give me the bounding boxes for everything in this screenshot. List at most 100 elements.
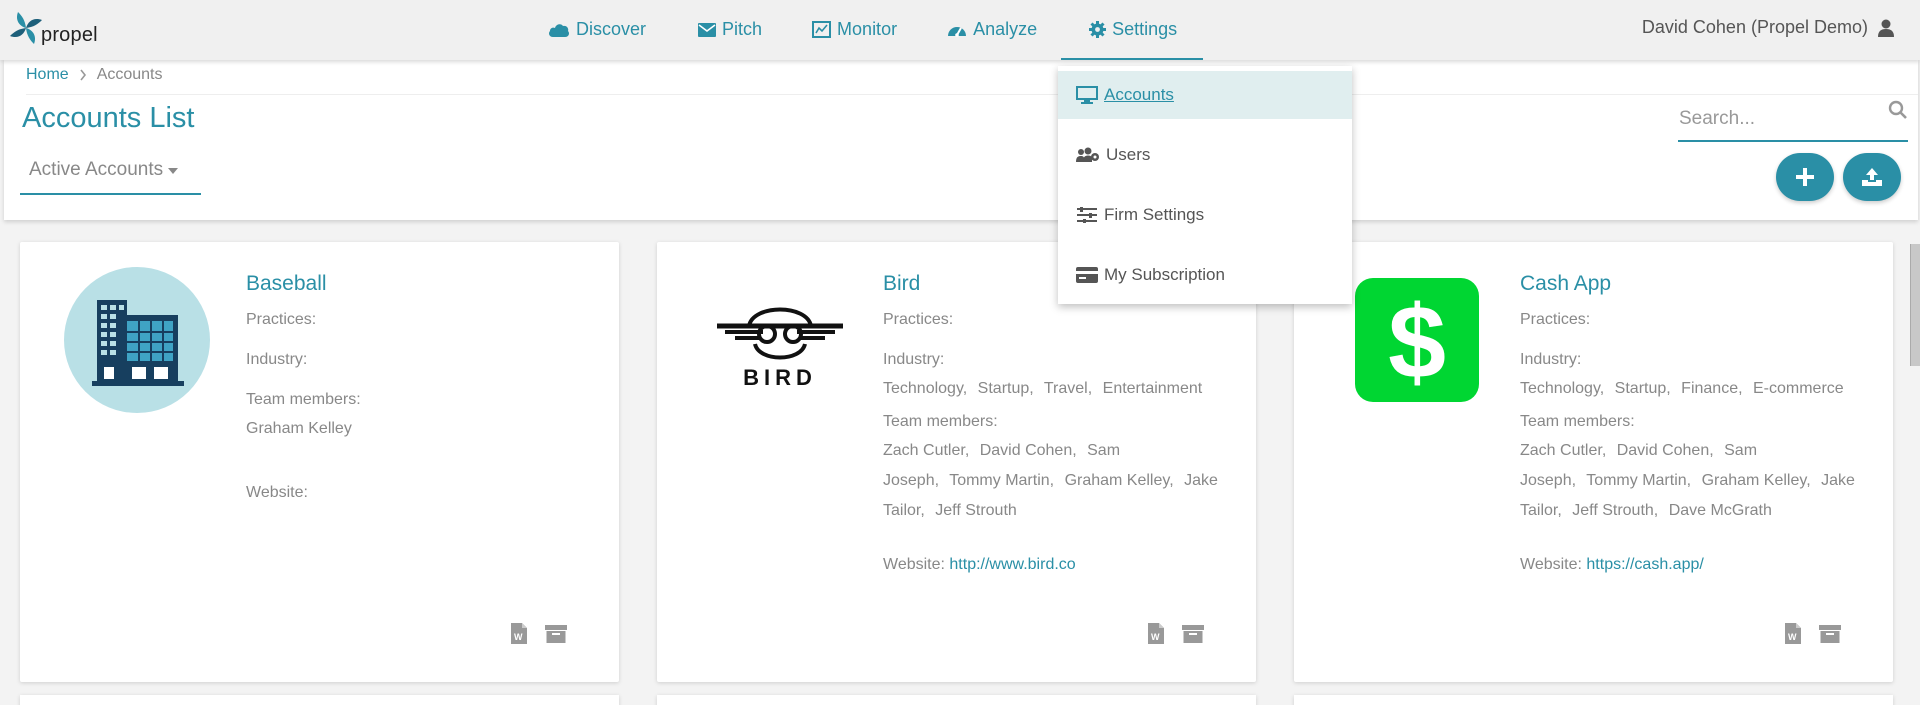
cash-app-logo: $ <box>1355 278 1479 402</box>
team-member: Jake <box>1184 472 1218 489</box>
team-member: Graham Kelley <box>1064 472 1170 489</box>
search-icon[interactable] <box>1888 100 1908 120</box>
menu-item-my-subscription[interactable]: My Subscription <box>1058 251 1352 299</box>
user-name: David Cohen (Propel Demo) <box>1641 17 1868 37</box>
archive-icon[interactable] <box>1819 624 1841 643</box>
team-member: David Cohen <box>979 442 1073 459</box>
word-document-icon[interactable]: W <box>1148 623 1164 644</box>
team-member: Graham Kelley <box>1701 472 1807 489</box>
accounts-header-panel: Home Accounts Accounts List Active Accou… <box>4 60 1918 220</box>
card-actions: W <box>1785 623 1841 644</box>
word-document-icon[interactable]: W <box>1785 623 1801 644</box>
industry-label: Industry: <box>1520 351 1582 368</box>
card-actions: W <box>511 623 567 644</box>
nav-discover[interactable]: Discover <box>548 0 646 59</box>
nav-settings[interactable]: Settings <box>1061 0 1204 60</box>
industry-tag: Startup <box>977 380 1030 397</box>
plus-icon <box>1796 168 1814 186</box>
search-input[interactable] <box>1678 100 1878 130</box>
archive-icon[interactable] <box>1182 624 1204 643</box>
logo-text: propel <box>41 24 98 46</box>
users-gear-icon <box>1076 147 1099 162</box>
industry-tag: Entertainment <box>1102 380 1203 397</box>
gear-icon <box>1089 21 1107 38</box>
menu-item-label: My Subscription <box>1104 265 1225 284</box>
account-card-partial <box>1294 695 1893 705</box>
menu-item-label: Users <box>1106 145 1151 164</box>
nav-monitor-label: Monitor <box>837 19 898 39</box>
account-card-cash-app[interactable]: $ Cash App Practices: Industry: Technolo… <box>1294 242 1893 682</box>
user-menu[interactable]: David Cohen (Propel Demo) <box>1642 17 1894 38</box>
industry-list: Technology, Startup, Finance, E-commerce <box>1520 380 1844 397</box>
nav-monitor[interactable]: Monitor <box>812 0 897 59</box>
word-document-icon[interactable]: W <box>511 623 527 644</box>
account-name[interactable]: Cash App <box>1520 272 1860 296</box>
team-members-line: Joseph, Tommy Martin, Graham Kelley, Jak… <box>1520 472 1855 489</box>
nav-pitch[interactable]: Pitch <box>698 0 762 59</box>
menu-item-label: Firm Settings <box>1104 205 1205 224</box>
desktop-icon <box>1076 86 1098 104</box>
team-member: Tommy Martin <box>949 472 1050 489</box>
credit-card-icon <box>1076 267 1098 283</box>
breadcrumb-home-link[interactable]: Home <box>26 66 69 84</box>
team-member: Joseph <box>1520 472 1572 489</box>
industry-tag: Startup <box>1614 380 1667 397</box>
nav-analyze-label: Analyze <box>973 19 1038 39</box>
nav-analyze[interactable]: Analyze <box>947 0 1037 59</box>
website-link[interactable]: https://cash.app/ <box>1586 556 1703 573</box>
top-navbar: propel Discover Pitch Monitor Analyze Se… <box>0 0 1920 60</box>
industry-tag: Technology <box>1520 380 1600 397</box>
industry-tag: Technology <box>883 380 963 397</box>
archive-icon[interactable] <box>545 624 567 643</box>
propel-logo[interactable]: propel <box>9 8 98 48</box>
account-card-baseball[interactable]: Baseball Practices: Industry: Team membe… <box>20 242 619 682</box>
menu-item-firm-settings[interactable]: Firm Settings <box>1058 191 1352 239</box>
team-member: Zach Cutler <box>1520 442 1602 459</box>
industry-tag: E-commerce <box>1753 380 1844 397</box>
team-members-line: Zach Cutler, David Cohen, Sam <box>1520 442 1758 459</box>
industry-list: Technology, Startup, Travel, Entertainme… <box>883 380 1203 397</box>
website-label: Website: <box>883 556 945 573</box>
page-scrollbar-thumb[interactable] <box>1910 244 1920 366</box>
account-info: Bird Practices: Industry: Technology, St… <box>883 272 1223 574</box>
practices-label: Practices: <box>246 311 317 328</box>
nav-pitch-label: Pitch <box>722 19 763 39</box>
website-row: Website: <box>246 484 586 502</box>
menu-item-label: Accounts <box>1104 85 1174 104</box>
account-logo-baseball <box>64 267 210 413</box>
account-logo-cash-app: $ <box>1344 267 1490 413</box>
website-link[interactable]: http://www.bird.co <box>949 556 1075 573</box>
bird-logo: BIRD <box>717 307 843 390</box>
team-member: David Cohen <box>1616 442 1710 459</box>
team-members-label: Team members: <box>1520 413 1635 430</box>
website-row: Website: https://cash.app/ <box>1520 556 1860 574</box>
page-title: Accounts List <box>22 102 195 134</box>
account-name[interactable]: Baseball <box>246 272 586 296</box>
account-card-bird[interactable]: BIRD Bird Practices: Industry: Technolog… <box>657 242 1256 682</box>
menu-item-accounts[interactable]: Accounts <box>1058 71 1352 119</box>
chevron-right-icon <box>79 69 87 81</box>
nav-settings-label: Settings <box>1112 19 1178 39</box>
envelope-icon <box>698 22 717 37</box>
team-member: Jeff Strouth <box>1572 502 1654 519</box>
building-icon <box>64 267 210 413</box>
team-member: Tailor <box>883 502 921 519</box>
cloud-icon <box>549 23 569 37</box>
main-nav: Discover Pitch Monitor Analyze Settings <box>548 0 1204 60</box>
add-account-button[interactable] <box>1776 153 1834 201</box>
team-members-line: Tailor, Jeff Strouth <box>883 502 1017 519</box>
gauge-icon <box>948 26 967 37</box>
account-card-partial <box>20 695 619 705</box>
upload-button[interactable] <box>1843 153 1901 201</box>
practices-label: Practices: <box>1520 311 1591 328</box>
svg-text:W: W <box>1788 632 1797 642</box>
team-members-list: Zach Cutler, David Cohen, Sam Joseph, To… <box>883 436 1223 526</box>
nav-discover-label: Discover <box>576 19 647 39</box>
user-icon <box>1878 19 1894 37</box>
active-accounts-filter[interactable]: Active Accounts <box>20 155 201 195</box>
team-member: Dave McGrath <box>1668 502 1772 519</box>
menu-item-users[interactable]: Users <box>1058 131 1352 179</box>
upload-icon <box>1862 168 1882 186</box>
industry-label: Industry: <box>883 351 945 368</box>
card-actions: W <box>1148 623 1204 644</box>
